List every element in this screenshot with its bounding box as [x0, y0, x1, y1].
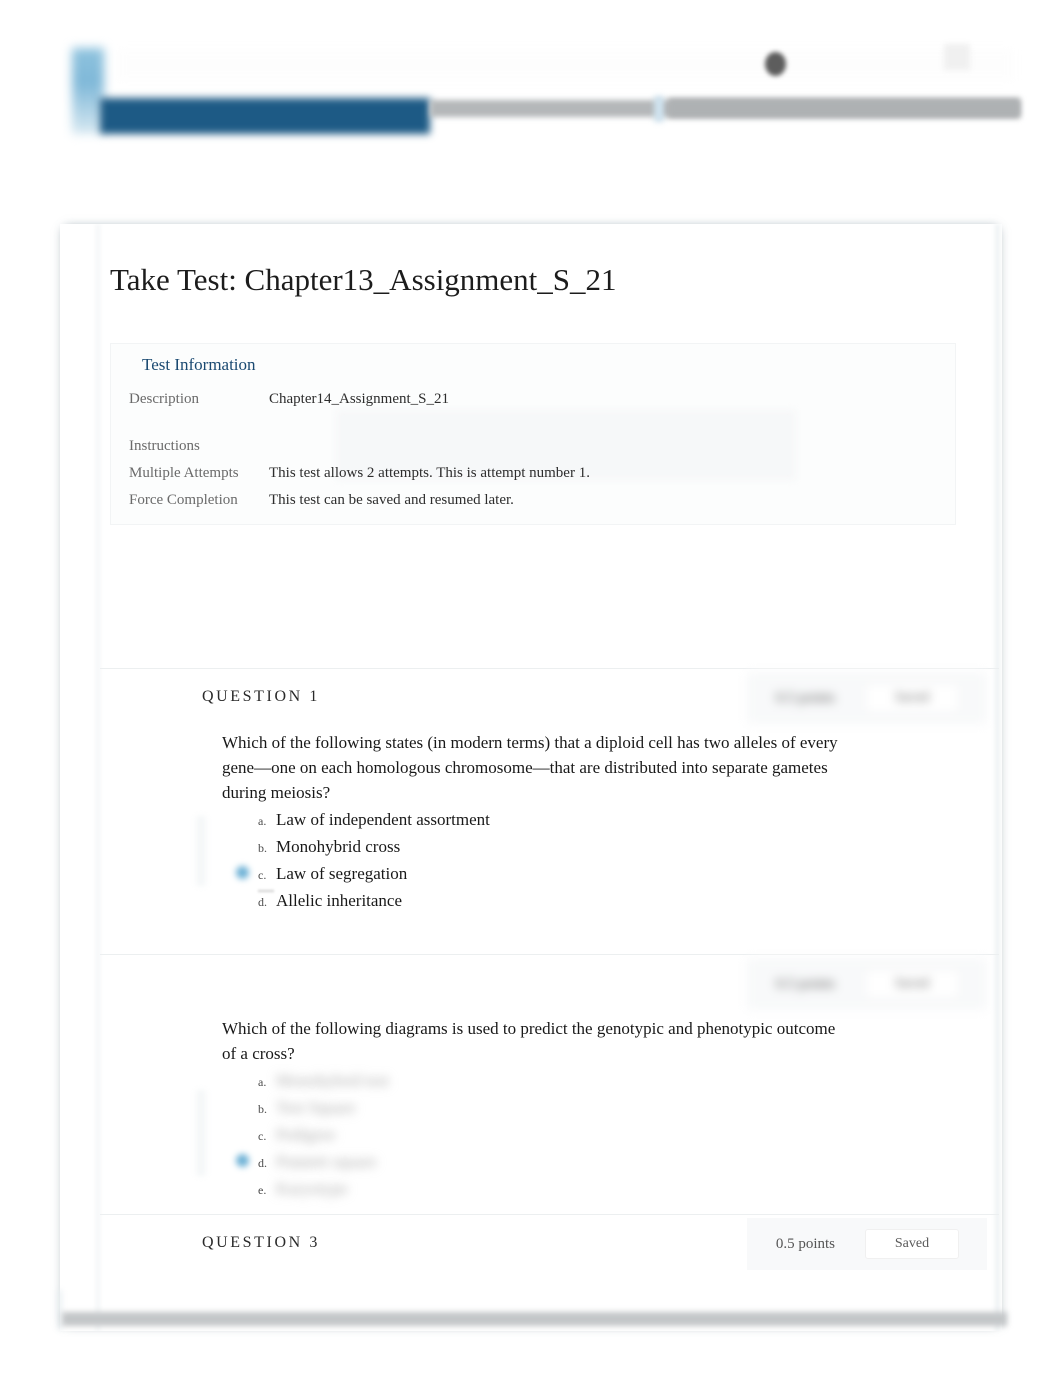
option-letter: b. [258, 1102, 267, 1116]
option-letter: d. [258, 895, 267, 909]
test-info-row-multiple-attempts: Multiple Attempts This test allows 2 att… [129, 462, 939, 484]
test-info-row-force-completion: Force Completion This test can be saved … [129, 489, 939, 511]
question-meta: 0.5 points Saved [747, 1218, 987, 1270]
course-nav-separator [654, 96, 664, 122]
option-letter: c. [258, 868, 267, 882]
option-text: Punnett square [276, 1152, 377, 1171]
browser-chrome [0, 0, 1062, 150]
option-text: Karyotype [276, 1179, 348, 1198]
answer-options-list: a. Law of independent assortment b. Mono… [222, 807, 839, 915]
option-text: Test Square [276, 1098, 356, 1117]
question-points: 0.5 points [775, 1235, 835, 1252]
option-text: Pedigree [276, 1125, 336, 1144]
question-number-label: QUESTION 1 [202, 688, 320, 705]
test-info-value: This test allows 2 attempts. This is att… [269, 465, 590, 481]
test-info-label: Multiple Attempts [129, 465, 239, 481]
save-answer-button[interactable]: Saved [865, 969, 959, 999]
menu-icon[interactable] [944, 44, 970, 70]
answer-option[interactable]: c. Law of segregation [236, 861, 839, 888]
address-bar[interactable] [118, 50, 1013, 80]
test-info-spacer [129, 415, 939, 435]
course-nav-active-tab[interactable] [100, 98, 430, 134]
test-info-row-description: Description Chapter14_Assignment_S_21 [129, 388, 939, 410]
answer-option[interactable]: e. Karyotype [258, 1176, 839, 1203]
question-trailing-mark [258, 890, 274, 892]
question-left-ghost [196, 1090, 206, 1176]
avatar-icon[interactable] [765, 52, 786, 76]
radio-icon[interactable] [236, 1154, 249, 1167]
test-content-card: Take Test: Chapter13_Assignment_S_21 Tes… [60, 224, 1002, 1331]
question-header: QUESTION 3 0.5 points Saved [100, 1214, 999, 1276]
question-body: Which of the following diagrams is used … [100, 1016, 999, 1203]
question-meta: 0.5 points Saved [747, 672, 987, 724]
question-points: 0.5 points [775, 975, 835, 992]
test-information-heading: Test Information [142, 355, 256, 374]
question-left-ghost [196, 816, 206, 886]
radio-icon[interactable] [236, 866, 249, 879]
option-letter: a. [258, 814, 267, 828]
option-letter: a. [258, 1075, 267, 1089]
option-text: Allelic inheritance [276, 891, 403, 910]
question-block: QUESTION 1 0.5 points Saved Which of the… [100, 668, 999, 915]
question-number-label: QUESTION 3 [202, 1234, 320, 1251]
question-meta: 0.5 points Saved [747, 958, 987, 1010]
option-letter: c. [258, 1129, 267, 1143]
question-header: QUESTION 1 0.5 points Saved [100, 668, 999, 730]
option-text: Monohybrid test [276, 1071, 389, 1090]
question-header: 0.5 points Saved [100, 954, 999, 1016]
option-text: Law of independent assortment [276, 810, 490, 829]
answer-option[interactable]: d. Punnett square [236, 1149, 839, 1176]
answer-option[interactable]: b. Test Square [258, 1095, 839, 1122]
answer-options-list: a. Monohybrid test b. Test Square c. Ped… [222, 1068, 839, 1203]
save-answer-button[interactable]: Saved [865, 683, 959, 713]
save-answer-button[interactable]: Saved [865, 1229, 959, 1259]
page-title: Take Test: Chapter13_Assignment_S_21 [110, 262, 617, 297]
question-block: 0.5 points Saved Which of the following … [100, 954, 999, 1203]
course-nav-bar-right [668, 98, 1020, 118]
page-bottom-bar [62, 1312, 1007, 1326]
question-text: Which of the following diagrams is used … [222, 1019, 836, 1063]
test-info-label: Description [129, 391, 199, 407]
test-information-grid: Description Chapter14_Assignment_S_21 In… [129, 388, 939, 516]
question-body: Which of the following states (in modern… [100, 730, 999, 915]
option-text: Law of segregation [276, 864, 408, 883]
option-letter: b. [258, 841, 267, 855]
answer-option[interactable]: a. Monohybrid test [258, 1068, 839, 1095]
option-text: Monohybrid cross [276, 837, 401, 856]
question-block: QUESTION 3 0.5 points Saved [100, 1214, 999, 1276]
answer-option[interactable]: c. Pedigree [258, 1122, 839, 1149]
answer-option[interactable]: d. Allelic inheritance [258, 888, 839, 915]
test-information-panel: Test Information Description Chapter14_A… [110, 343, 956, 525]
breadcrumb: H Assignments Take Test: Chapter13_Assig… [0, 150, 1062, 364]
answer-option[interactable]: a. Law of independent assortment [258, 807, 839, 834]
question-text: Which of the following states (in modern… [222, 733, 838, 802]
option-letter: e. [258, 1183, 267, 1197]
test-info-label: Instructions [129, 438, 200, 454]
test-info-row-instructions: Instructions [129, 435, 939, 457]
test-info-value: Chapter14_Assignment_S_21 [269, 391, 449, 407]
answer-option[interactable]: b. Monohybrid cross [258, 834, 839, 861]
test-info-value: This test can be saved and resumed later… [269, 492, 514, 508]
question-points: 0.5 points [775, 689, 835, 706]
test-info-label: Force Completion [129, 492, 238, 508]
option-letter: d. [258, 1156, 267, 1170]
